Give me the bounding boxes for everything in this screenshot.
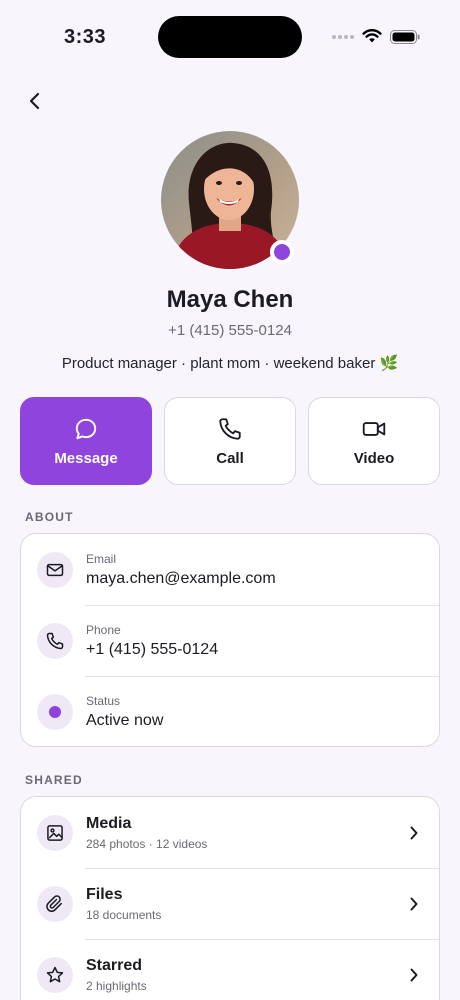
- contact-phone: +1 (415) 555-0124: [168, 322, 292, 339]
- status-icons: [332, 29, 420, 44]
- video-button[interactable]: Video: [308, 397, 440, 485]
- files-row[interactable]: Files 18 documents: [21, 868, 439, 939]
- files-detail: 18 documents: [86, 907, 162, 922]
- signal-icon: [332, 34, 354, 39]
- media-title: Media: [86, 814, 132, 832]
- paperclip-icon: [37, 885, 73, 922]
- status-time: 3:33: [64, 26, 107, 48]
- call-button[interactable]: Call: [164, 397, 296, 485]
- online-status-indicator: [270, 240, 294, 264]
- email-row[interactable]: Email maya.chen@example.com: [21, 534, 439, 605]
- chevron-right-icon: [410, 826, 418, 839]
- phone-value: +1 (415) 555-0124: [86, 640, 219, 658]
- contact-name: Maya Chen: [166, 286, 294, 313]
- shared-section-title: SHARED: [25, 773, 83, 787]
- call-button-label: Call: [216, 449, 244, 467]
- avatar: [161, 131, 299, 269]
- email-label: Email: [86, 551, 117, 566]
- video-icon: [362, 421, 386, 436]
- dynamic-island: [158, 16, 302, 58]
- phone-row[interactable]: Phone +1 (415) 555-0124: [21, 605, 439, 676]
- email-value: maya.chen@example.com: [86, 569, 276, 587]
- starred-title: Starred: [86, 956, 143, 974]
- contact-bio: Product manager · plant mom · weekend ba…: [61, 355, 399, 372]
- phone-icon: [37, 622, 73, 659]
- mail-icon: [37, 551, 73, 588]
- status-bar: 3:33: [0, 0, 460, 74]
- message-icon: [75, 418, 97, 439]
- phone-icon: [219, 417, 241, 440]
- message-button[interactable]: Message: [20, 397, 152, 485]
- action-buttons: Message Call Video: [20, 397, 440, 485]
- message-button-label: Message: [54, 449, 118, 467]
- video-button-label: Video: [353, 449, 395, 467]
- image-icon: [37, 814, 73, 851]
- status-label: Status: [86, 693, 121, 708]
- status-row: Status Active now: [21, 676, 439, 746]
- about-card: Email maya.chen@example.com Phone +1 (41…: [20, 533, 440, 747]
- about-section-title: ABOUT: [25, 510, 74, 524]
- starred-detail: 2 highlights: [86, 978, 147, 993]
- media-detail: 284 photos · 12 videos: [86, 836, 208, 851]
- status-value: Active now: [86, 711, 164, 729]
- chevron-left-icon: [29, 92, 40, 110]
- star-icon: [37, 956, 73, 993]
- shared-card: Media 284 photos · 12 videos Files 18 do…: [20, 796, 440, 1000]
- phone-label: Phone: [86, 622, 121, 637]
- battery-icon: [390, 29, 420, 44]
- media-row[interactable]: Media 284 photos · 12 videos: [21, 797, 439, 868]
- chevron-right-icon: [410, 968, 418, 981]
- back-button[interactable]: [20, 86, 50, 116]
- chevron-right-icon: [410, 897, 418, 910]
- wifi-icon: [362, 29, 382, 43]
- status-dot-icon: [37, 693, 73, 730]
- starred-row[interactable]: Starred 2 highlights: [21, 939, 439, 1000]
- files-title: Files: [86, 885, 123, 903]
